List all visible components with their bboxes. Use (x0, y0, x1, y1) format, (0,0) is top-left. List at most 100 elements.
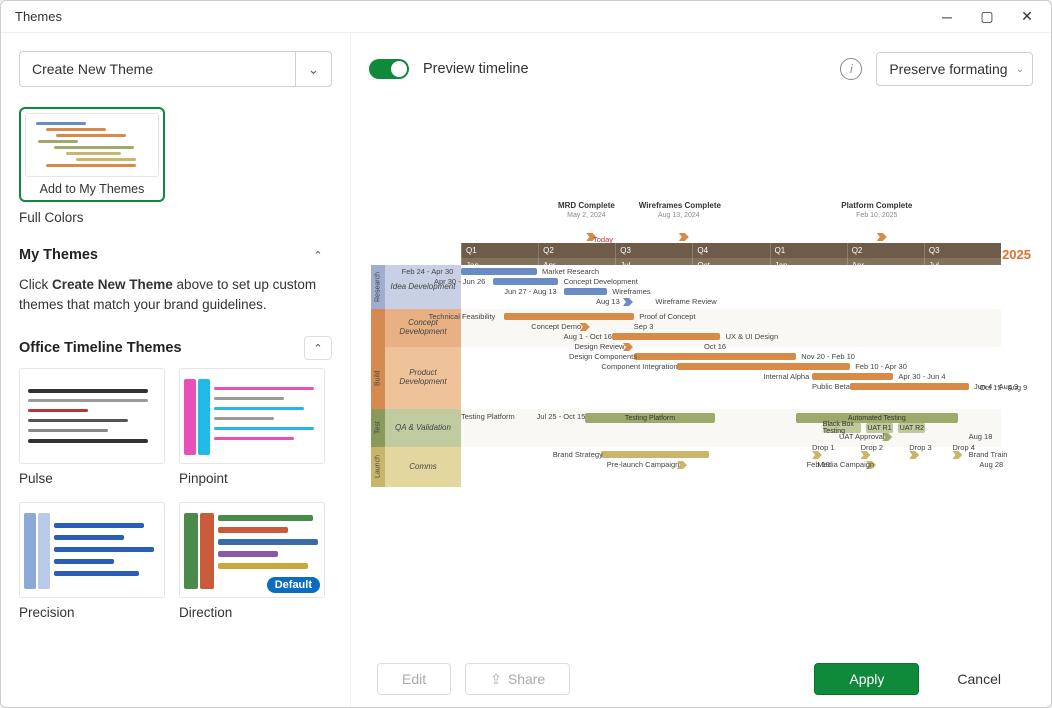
task-label: Aug 13 (596, 297, 620, 306)
swimlane-label: QA & Validation (385, 409, 461, 447)
task-label: Public Beta (812, 382, 850, 391)
task-label: Feb 10 - Apr 30 (855, 362, 907, 371)
milestone-icon (623, 298, 633, 306)
task-label: Jul 25 - Oct 15 (537, 412, 586, 421)
task-label: Proof of Concept (639, 312, 695, 321)
collapse-office-themes[interactable]: ⌃ (304, 336, 332, 360)
task-bar (634, 353, 796, 360)
theme-name: Direction (179, 605, 325, 620)
task-label: Oct 15 - Aug 9 (979, 383, 1027, 392)
task-label: Component Integration (601, 362, 677, 371)
swimlane-section: Build (371, 347, 385, 409)
theme-name: Pinpoint (179, 471, 325, 486)
edit-button[interactable]: Edit (377, 663, 451, 695)
theme-thumbnail (25, 113, 159, 177)
create-theme-dropdown[interactable]: Create New Theme ⌄ (19, 51, 332, 87)
theme-thumbnail[interactable] (179, 368, 325, 464)
theme-name: Precision (19, 605, 165, 620)
task-bar (812, 373, 893, 380)
task-bar: UAT R2 (898, 423, 925, 433)
preserve-formatting-dropdown[interactable]: Preserve formating ⌄ (876, 52, 1033, 86)
task-label: Oct 16 (704, 342, 726, 351)
close-icon[interactable]: ✕ (1007, 3, 1047, 31)
task-label: Sep 3 (634, 322, 654, 331)
task-label: Testing Platform (461, 412, 515, 421)
my-themes-info: Click Create New Theme above to set up c… (19, 275, 332, 314)
dropdown-label: Create New Theme (32, 61, 153, 77)
milestone-label: MRD CompleteMay 2, 2024 (546, 201, 626, 219)
task-label: UX & UI Design (726, 332, 779, 341)
theme-name: Pulse (19, 471, 165, 486)
chevron-down-icon[interactable]: ⌄ (295, 52, 331, 86)
swimlane-section (371, 309, 385, 347)
apply-button[interactable]: Apply (814, 663, 919, 695)
milestone-icon (580, 323, 590, 331)
task-label: Aug 28 (979, 460, 1003, 469)
task-bar (461, 268, 537, 275)
toggle-knob (391, 61, 407, 77)
swimlane-label: Comms (385, 447, 461, 487)
task-label: UAT Approval (839, 432, 885, 441)
milestone-icon (909, 451, 919, 459)
theme-thumbnail[interactable] (19, 368, 165, 464)
cancel-button[interactable]: Cancel (933, 663, 1025, 695)
task-label: Design Components (569, 352, 637, 361)
swimlane-section: Launch (371, 447, 385, 487)
task-label: Media Campaign (817, 460, 874, 469)
theme-caption: Add to My Themes (40, 182, 145, 196)
task-label: Pre-launch Campaign (607, 460, 680, 469)
milestone-icon (861, 451, 871, 459)
task-label: Internal Alpha (763, 372, 809, 381)
milestone-icon (952, 451, 962, 459)
task-bar (677, 363, 850, 370)
milestone-icon (877, 233, 887, 241)
milestone-icon (623, 343, 633, 351)
task-bar (612, 333, 720, 340)
minimize-icon[interactable]: ─ (927, 3, 967, 31)
task-bar (493, 278, 558, 285)
task-label: Wireframes (612, 287, 650, 296)
task-bar (601, 451, 709, 458)
task-bar: Automated Testing (796, 413, 958, 423)
share-icon: ⇪ (490, 671, 502, 688)
maximize-icon[interactable]: ▢ (967, 3, 1007, 31)
share-button[interactable]: ⇪Share (465, 663, 570, 695)
swimlane-section: Test (371, 409, 385, 447)
task-label: Jun 27 - Aug 13 (504, 287, 557, 296)
task-label: Apr 30 - Jun 26 (434, 277, 485, 286)
my-themes-heading: My Themes (19, 247, 98, 263)
milestone-icon (679, 233, 689, 241)
preserve-label: Preserve formating (889, 61, 1007, 77)
task-bar (504, 313, 634, 320)
task-label: Feb 24 - Apr 30 (402, 267, 454, 276)
theme-thumbnail[interactable]: Default (179, 502, 325, 598)
window-title: Themes (15, 9, 62, 24)
theme-thumbnail[interactable] (19, 502, 165, 598)
task-bar (564, 288, 607, 295)
task-label: Concept Development (564, 277, 638, 286)
task-label: Aug 18 (969, 432, 993, 441)
preview-label: Preview timeline (423, 61, 826, 77)
featured-theme-card[interactable]: Add to My Themes (19, 107, 165, 202)
preview-toggle[interactable] (369, 59, 409, 79)
milestone-icon (812, 451, 822, 459)
task-label: Aug 1 - Oct 16 (564, 332, 612, 341)
milestone-label: Platform CompleteFeb 10, 2025 (837, 201, 917, 219)
task-label: Market Research (542, 267, 599, 276)
info-icon[interactable]: i (840, 58, 862, 80)
task-label: Technical Feasibility (429, 312, 496, 321)
task-label: Concept Demo (531, 322, 581, 331)
task-label: Wireframe Review (655, 297, 716, 306)
task-label: Brand Strategy (553, 450, 603, 459)
task-bar: Testing Platform (585, 413, 715, 423)
task-label: Design Review (574, 342, 624, 351)
milestone-label: Wireframes CompleteAug 13, 2024 (639, 201, 719, 219)
featured-subcaption: Full Colors (19, 210, 332, 225)
timeline-preview: MRD CompleteMay 2, 2024Wireframes Comple… (371, 225, 1031, 535)
chevron-down-icon: ⌄ (1016, 64, 1024, 75)
task-label: Apr 30 - Jun 4 (898, 372, 945, 381)
default-badge: Default (267, 577, 320, 593)
swimlane-section: Research (371, 265, 385, 309)
collapse-my-themes[interactable]: ⌃ (304, 243, 332, 267)
office-themes-heading: Office Timeline Themes (19, 340, 182, 356)
